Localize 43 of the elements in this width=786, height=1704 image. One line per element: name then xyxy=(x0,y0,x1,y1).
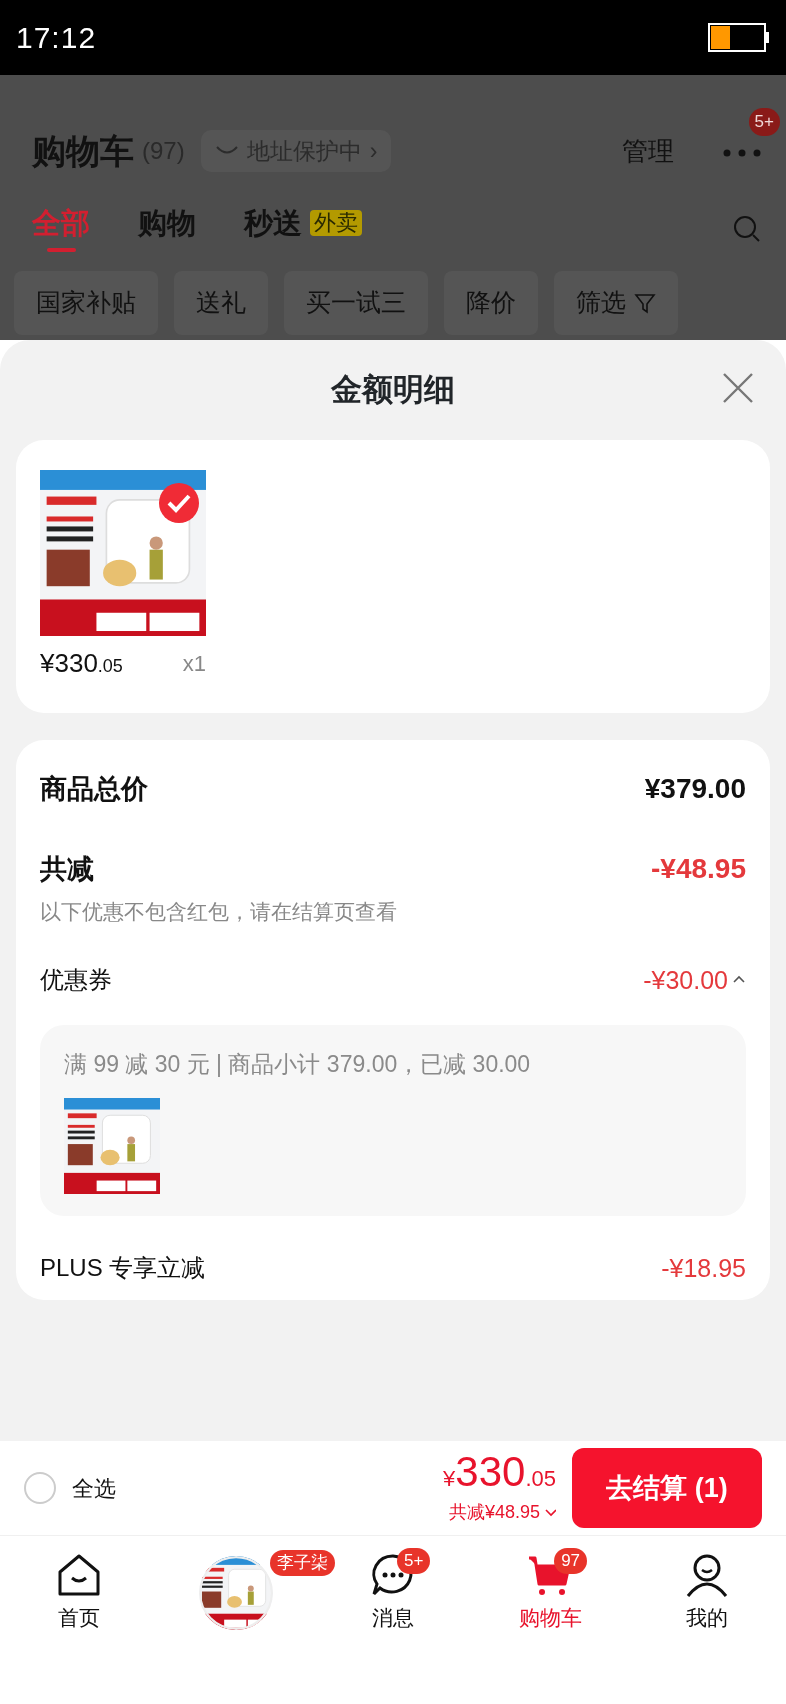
discount-note: 以下优惠不包含红包，请在结算页查看 xyxy=(39,899,398,925)
count-badge: 李子柒 xyxy=(269,1550,335,1576)
total-label: 商品总价 xyxy=(40,772,148,806)
chevron-icon: › xyxy=(369,133,378,169)
discount-label: 共减 xyxy=(40,852,94,886)
savings-toggle[interactable]: 共减¥48.95 xyxy=(448,1498,556,1526)
count-badge: 5+ xyxy=(396,1548,431,1574)
more-icon xyxy=(722,147,762,158)
filter-chip[interactable]: 国家补贴 xyxy=(14,270,158,335)
notification-badge: 5+ xyxy=(748,108,780,136)
coupon-detail: 满 99 减 30 元 | 商品小计 379.00，已减 30.00 xyxy=(64,1050,532,1079)
filter-chip[interactable]: 筛选 xyxy=(554,270,678,335)
close-icon xyxy=(722,372,754,404)
search-button[interactable] xyxy=(732,214,762,244)
category-tab[interactable]: 购物 xyxy=(138,205,196,253)
total-price: ¥379.00 xyxy=(644,772,746,806)
item-quantity: x1 xyxy=(182,650,206,678)
funnel-icon xyxy=(634,291,656,314)
plus-discount-label: PLUS 专享立减 xyxy=(40,1253,206,1284)
tag-label: 外卖 xyxy=(310,209,362,237)
battery-icon xyxy=(708,22,770,53)
page-title: 购物车 xyxy=(32,130,134,172)
nav-tab[interactable]: 首页 xyxy=(18,1552,139,1634)
count-badge: 97 xyxy=(554,1548,588,1574)
checkout-button[interactable]: 去结算 (1) xyxy=(572,1448,762,1528)
coupon-toggle[interactable]: -¥30.00 xyxy=(643,961,746,999)
category-tab[interactable]: 秒送 外卖 xyxy=(244,205,362,253)
close-button[interactable] xyxy=(722,372,754,404)
nav-tab[interactable]: 我的 xyxy=(647,1552,768,1634)
filter-chip[interactable]: 降价 xyxy=(444,270,538,335)
sheet-title: 金额明细 xyxy=(331,370,455,409)
total-amount: ¥330.05 xyxy=(443,1450,556,1495)
chevron-down-icon xyxy=(544,1506,556,1518)
manage-button[interactable]: 管理 xyxy=(622,131,674,171)
plus-discount-amount: -¥18.95 xyxy=(661,1252,746,1284)
filter-chip[interactable]: 送礼 xyxy=(174,270,268,335)
search-icon xyxy=(732,214,762,244)
coupon-label: 优惠券 xyxy=(40,965,112,996)
select-all-checkbox[interactable]: 全选 xyxy=(24,1471,116,1505)
clock-time: 17:12 xyxy=(16,20,97,56)
filter-chip[interactable]: 买一试三 xyxy=(284,270,428,335)
item-price: ¥330.05 xyxy=(40,647,123,680)
discount-amount: -¥48.95 xyxy=(651,852,746,886)
